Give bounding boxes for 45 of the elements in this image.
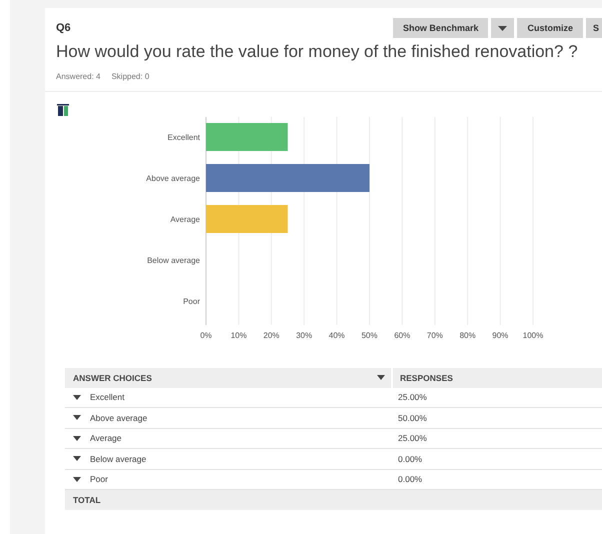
axis-tick-label: 40% — [328, 331, 345, 340]
table-cell: Average — [90, 433, 122, 444]
sort-caret-icon[interactable] — [377, 375, 385, 380]
axis-tick-label: 30% — [296, 331, 312, 340]
category-label: Average — [170, 215, 200, 224]
table-cell: Above average — [90, 412, 148, 423]
axis-tick-label: 10% — [230, 331, 247, 340]
question-title: How would you rate the value for money of the finished renovation? ? — [56, 42, 579, 62]
column-header: ANSWER CHOICES — [73, 372, 152, 383]
answered-count: Answered: 4 — [56, 72, 100, 81]
dropdown-button[interactable] — [491, 18, 514, 38]
expand-caret-icon[interactable] — [73, 436, 81, 441]
expand-caret-icon[interactable] — [73, 394, 81, 400]
total-label: TOTAL — [73, 494, 101, 505]
axis-tick-label: 90% — [492, 331, 508, 340]
bar-chart-icon[interactable] — [57, 104, 69, 116]
table-cell: 25.00% — [398, 433, 427, 444]
axis-tick-label: 20% — [263, 331, 280, 340]
axis-tick-label: 60% — [394, 331, 410, 340]
axis-tick-label: 70% — [426, 331, 443, 340]
expand-caret-icon[interactable] — [73, 415, 81, 420]
expand-caret-icon[interactable] — [73, 456, 81, 462]
axis-tick-label: 80% — [460, 331, 476, 340]
table-cell: 0.00% — [398, 474, 422, 484]
toolbar-button[interactable]: Show Benchmark — [392, 18, 488, 38]
table-cell: Poor — [90, 474, 108, 484]
category-label: Poor — [183, 297, 200, 306]
question-number: Q6 — [56, 22, 71, 34]
category-label: Above average — [146, 174, 200, 183]
caret-icon — [498, 26, 508, 30]
category-label: Excellent — [168, 133, 200, 142]
axis-tick-label: 100% — [522, 331, 544, 340]
table-cell: Below average — [90, 454, 146, 464]
column-header: RESPONSES — [400, 372, 453, 383]
skipped-count: Skipped: 0 — [111, 72, 150, 81]
table-cell: 0.00% — [398, 454, 422, 464]
category-label: Below average — [147, 256, 200, 265]
toolbar-button[interactable]: S — [586, 18, 602, 38]
table-cell: 25.00% — [398, 392, 427, 402]
axis-tick-label: 0% — [200, 331, 212, 340]
table-cell: Excellent — [90, 392, 124, 402]
axis-tick-label: 50% — [362, 331, 378, 340]
expand-caret-icon[interactable] — [73, 476, 81, 482]
table-cell: 50.00% — [398, 412, 427, 423]
toolbar-button[interactable]: Customize — [517, 18, 583, 38]
